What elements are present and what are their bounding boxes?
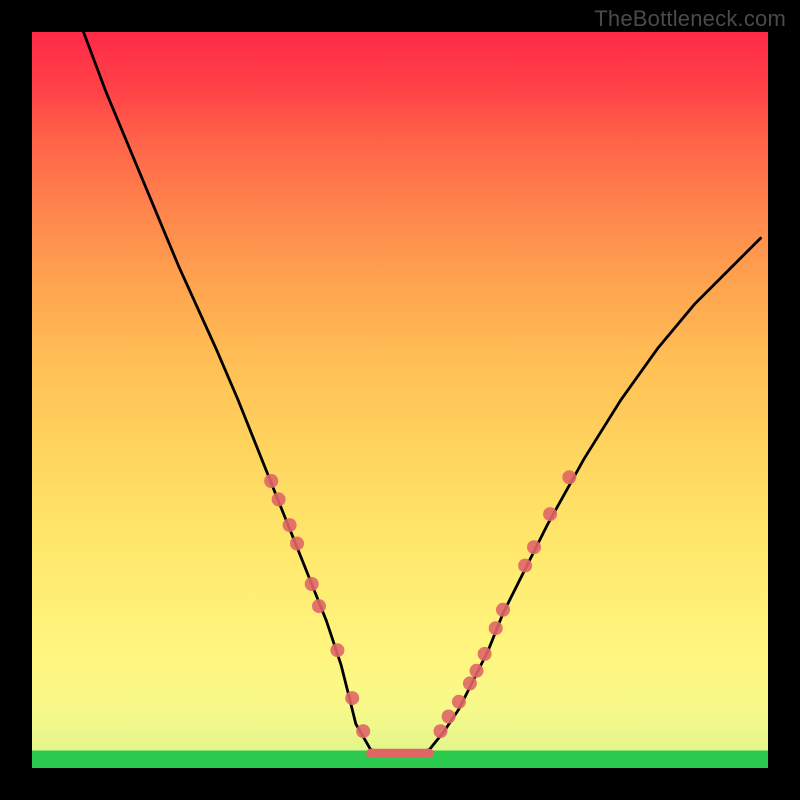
plot-area — [32, 32, 768, 768]
curve-path — [84, 32, 761, 753]
data-dots — [264, 470, 576, 738]
data-dot — [452, 695, 466, 709]
data-dot — [330, 643, 344, 657]
data-dot — [489, 621, 503, 635]
data-dot — [290, 537, 304, 551]
data-dot — [264, 474, 278, 488]
data-dot — [470, 664, 484, 678]
data-dot — [478, 647, 492, 661]
data-dot — [312, 599, 326, 613]
data-dot — [434, 724, 448, 738]
data-dot — [442, 710, 456, 724]
data-dot — [543, 507, 557, 521]
chart-frame: TheBottleneck.com — [0, 0, 800, 800]
chart-svg — [32, 32, 768, 768]
data-dot — [463, 676, 477, 690]
data-dot — [305, 577, 319, 591]
watermark-text: TheBottleneck.com — [594, 6, 786, 32]
data-dot — [356, 724, 370, 738]
data-dot — [345, 691, 359, 705]
data-dot — [562, 470, 576, 484]
data-dot — [518, 559, 532, 573]
data-dot — [272, 492, 286, 506]
curve-path-group — [84, 32, 761, 753]
data-dot — [496, 603, 510, 617]
data-dot — [283, 518, 297, 532]
data-dot — [527, 540, 541, 554]
